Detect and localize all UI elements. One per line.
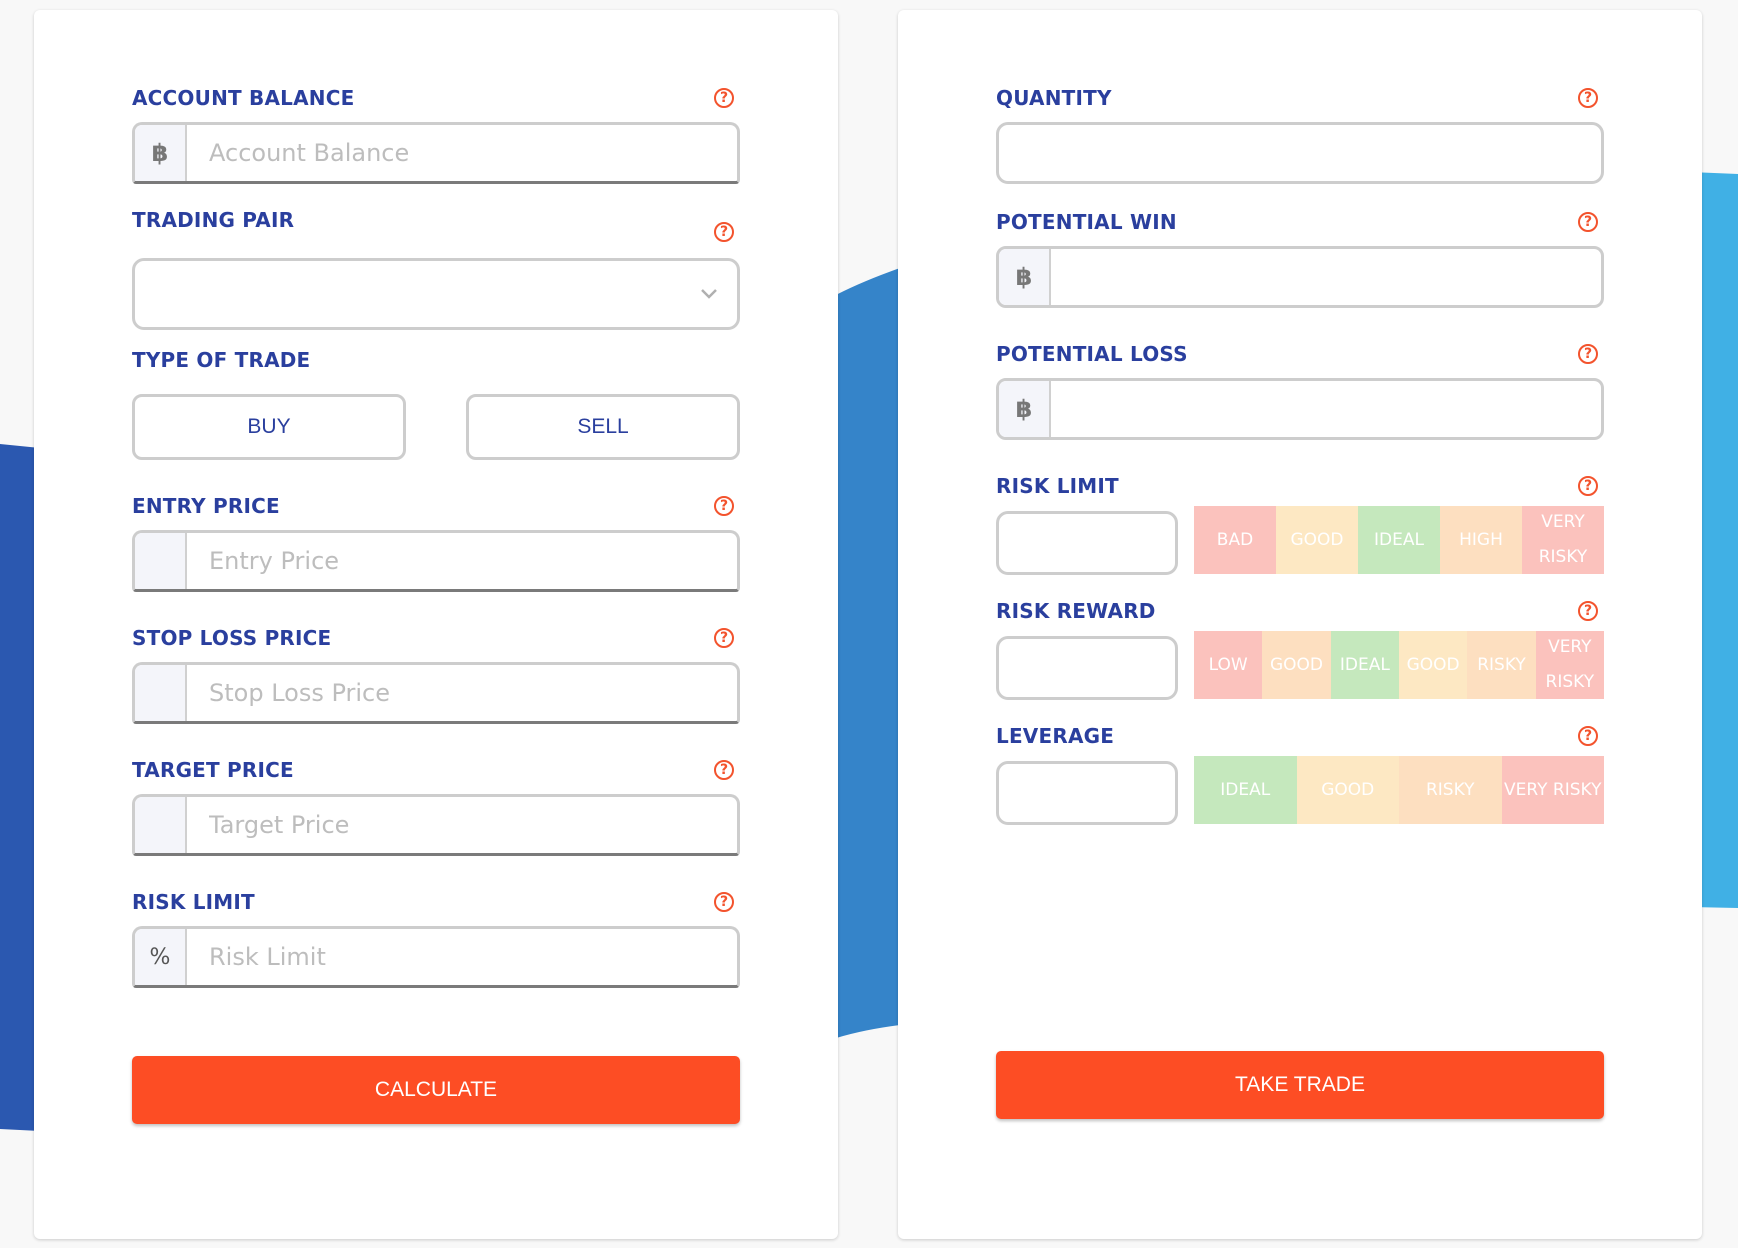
risk-limit-result-input[interactable] <box>996 511 1178 575</box>
leverage-field: LEVERAGE ? IDEAL GOOD RISKY VERY RISKY <box>996 722 1604 825</box>
meter-segment: RISKY <box>1399 756 1502 824</box>
potential-win-input[interactable] <box>1051 249 1601 305</box>
leverage-meter: IDEAL GOOD RISKY VERY RISKY <box>1194 756 1604 824</box>
target-price-label: TARGET PRICE <box>132 758 294 782</box>
meter-segment: IDEAL <box>1330 631 1399 699</box>
wave-middle <box>830 268 900 1040</box>
meter-segment: VERY RISKY <box>1535 631 1604 699</box>
risk-reward-label: RISK REWARD <box>996 599 1156 623</box>
target-price-input-group <box>132 794 740 856</box>
chevron-down-icon <box>701 289 717 299</box>
risk-reward-field: RISK REWARD ? LOW GOOD IDEAL GOOD RISKY VERY … <box>996 597 1604 700</box>
stop-loss-price-label: STOP LOSS PRICE <box>132 626 332 650</box>
question-circle-icon[interactable]: ? <box>714 496 734 516</box>
target-price-prefix <box>135 797 187 853</box>
stop-loss-price-field: STOP LOSS PRICE ? <box>132 624 740 724</box>
potential-win-input-group: ฿ <box>996 246 1604 308</box>
target-price-field: TARGET PRICE ? <box>132 756 740 856</box>
stop-loss-price-input[interactable] <box>187 665 737 721</box>
meter-segment: IDEAL <box>1194 756 1297 824</box>
risk-reward-meter: LOW GOOD IDEAL GOOD RISKY VERY RISKY <box>1194 631 1604 699</box>
entry-price-prefix <box>135 533 187 589</box>
risk-limit-label: RISK LIMIT <box>132 890 255 914</box>
question-circle-icon[interactable]: ? <box>714 760 734 780</box>
question-circle-icon[interactable]: ? <box>1578 88 1598 108</box>
meter-segment: VERY RISKY <box>1522 506 1604 574</box>
potential-loss-label: POTENTIAL LOSS <box>996 342 1188 366</box>
percent-icon: % <box>135 929 187 985</box>
entry-price-field: ENTRY PRICE ? <box>132 492 740 592</box>
risk-limit-result-label: RISK LIMIT <box>996 474 1119 498</box>
type-of-trade-label: TYPE OF TRADE <box>132 348 311 372</box>
question-circle-icon[interactable]: ? <box>714 892 734 912</box>
trading-pair-field: TRADING PAIR ? <box>132 206 740 330</box>
meter-segment: BAD <box>1194 506 1276 574</box>
trade-results-panel: QUANTITY ? POTENTIAL WIN ? ฿ POTENTIAL L… <box>898 10 1702 1239</box>
question-circle-icon[interactable]: ? <box>1578 601 1598 621</box>
stop-loss-price-input-group <box>132 662 740 724</box>
calculate-button[interactable]: CALCULATE <box>132 1056 740 1124</box>
meter-segment: GOOD <box>1262 631 1331 699</box>
bitcoin-icon: ฿ <box>999 249 1051 305</box>
potential-loss-input-group: ฿ <box>996 378 1604 440</box>
risk-limit-input-group: % <box>132 926 740 988</box>
entry-price-label: ENTRY PRICE <box>132 494 280 518</box>
risk-limit-field: RISK LIMIT ? % <box>132 888 740 988</box>
sell-button[interactable]: SELL <box>466 394 740 460</box>
entry-price-input-group <box>132 530 740 592</box>
trading-pair-label: TRADING PAIR <box>132 208 295 232</box>
question-circle-icon[interactable]: ? <box>714 222 734 242</box>
trading-pair-select[interactable] <box>132 258 740 330</box>
potential-loss-field: POTENTIAL LOSS ? ฿ <box>996 340 1604 440</box>
meter-segment: HIGH <box>1440 506 1522 574</box>
account-balance-input[interactable] <box>187 125 737 181</box>
trade-calculator-form: ACCOUNT BALANCE ? ฿ TRADING PAIR ? TYPE … <box>34 10 838 1239</box>
stop-loss-price-prefix <box>135 665 187 721</box>
question-circle-icon[interactable]: ? <box>1578 344 1598 364</box>
type-of-trade-field: TYPE OF TRADE BUY SELL <box>132 346 740 460</box>
risk-limit-meter: BAD GOOD IDEAL HIGH VERY RISKY <box>1194 506 1604 574</box>
question-circle-icon[interactable]: ? <box>714 88 734 108</box>
potential-win-field: POTENTIAL WIN ? ฿ <box>996 208 1604 308</box>
account-balance-input-group: ฿ <box>132 122 740 184</box>
quantity-input[interactable] <box>999 125 1605 183</box>
question-circle-icon[interactable]: ? <box>1578 212 1598 232</box>
meter-segment: GOOD <box>1296 756 1399 824</box>
entry-price-input[interactable] <box>187 533 737 589</box>
quantity-input-box <box>996 122 1605 184</box>
meter-segment: IDEAL <box>1358 506 1440 574</box>
question-circle-icon[interactable]: ? <box>714 628 734 648</box>
meter-segment: GOOD <box>1276 506 1358 574</box>
target-price-input[interactable] <box>187 797 737 853</box>
question-circle-icon[interactable]: ? <box>1578 726 1598 746</box>
question-circle-icon[interactable]: ? <box>1578 476 1598 496</box>
potential-loss-input[interactable] <box>1051 381 1601 437</box>
bitcoin-icon: ฿ <box>135 125 187 181</box>
account-balance-label: ACCOUNT BALANCE <box>132 86 355 110</box>
risk-reward-input[interactable] <box>996 636 1178 700</box>
take-trade-button[interactable]: TAKE TRADE <box>996 1051 1604 1119</box>
meter-segment: VERY RISKY <box>1501 756 1604 824</box>
meter-segment: LOW <box>1194 631 1263 699</box>
potential-win-label: POTENTIAL WIN <box>996 210 1177 234</box>
leverage-input[interactable] <box>996 761 1178 825</box>
quantity-field: QUANTITY ? <box>996 84 1605 184</box>
meter-segment: RISKY <box>1467 631 1536 699</box>
leverage-label: LEVERAGE <box>996 724 1115 748</box>
account-balance-field: ACCOUNT BALANCE ? ฿ <box>132 84 740 184</box>
risk-limit-input[interactable] <box>187 929 737 985</box>
bitcoin-icon: ฿ <box>999 381 1051 437</box>
risk-limit-result-field: RISK LIMIT ? BAD GOOD IDEAL HIGH VERY RISKY <box>996 472 1604 575</box>
meter-segment: GOOD <box>1398 631 1468 699</box>
buy-button[interactable]: BUY <box>132 394 406 460</box>
quantity-label: QUANTITY <box>996 86 1112 110</box>
